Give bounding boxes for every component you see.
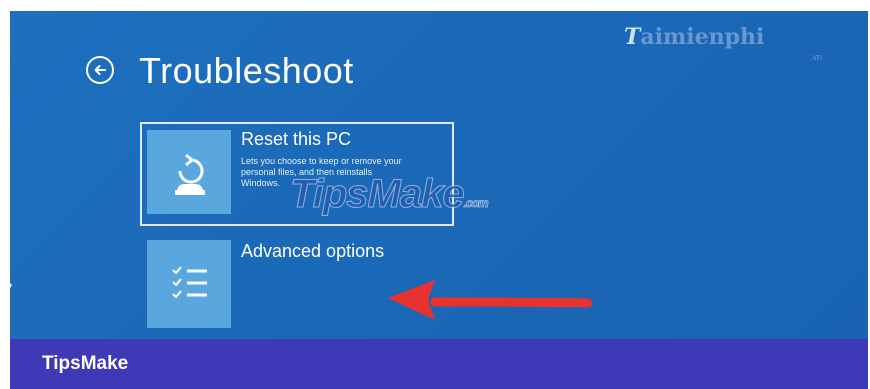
checklist-icon [172, 266, 207, 299]
advanced-options-label[interactable]: Advanced options [241, 241, 384, 262]
advanced-options-tile[interactable] [147, 240, 231, 328]
tipsmake-watermark-suffix: .com [463, 196, 489, 211]
tipsmake-watermark-text: TipsMake [290, 172, 466, 217]
footer-brand: TipsMake [42, 353, 129, 374]
tipsmake-watermark: TipsMake.com [290, 172, 490, 217]
page-title: Troubleshoot [139, 50, 354, 91]
mouse-cursor-icon [8, 281, 12, 291]
footer-banner: TipsMake [10, 339, 868, 389]
reset-pc-tile[interactable] [147, 130, 231, 214]
back-arrow-circle-icon [94, 65, 106, 75]
reset-pc-icon [175, 153, 205, 195]
taimienphi-watermark-sub: .vn [810, 52, 823, 62]
taimienphi-watermark-text: aimienphi [640, 24, 765, 50]
back-button[interactable] [86, 56, 114, 84]
red-arrow-annotation [388, 280, 593, 320]
reset-pc-label: Reset this PC [241, 129, 352, 149]
taimienphi-watermark: Taimienphi [624, 24, 765, 50]
